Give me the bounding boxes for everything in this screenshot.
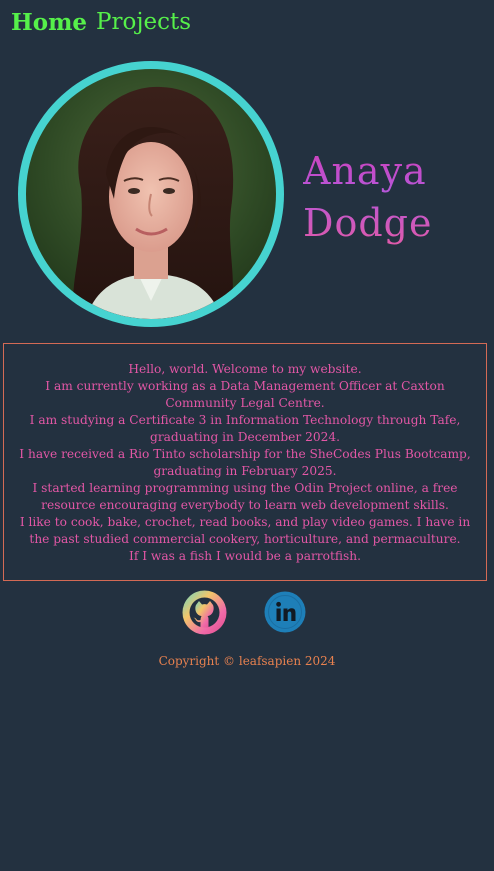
nav-home-link[interactable]: Home: [11, 9, 87, 36]
about-line: I have received a Rio Tinto scholarship …: [19, 447, 471, 478]
github-link[interactable]: [182, 590, 227, 635]
about-line: If I was a fish I would be a parrotfish.: [129, 549, 361, 563]
profile-photo: [26, 69, 276, 319]
about-line: Hello, world. Welcome to my website.: [128, 362, 362, 376]
about-line: I am currently working as a Data Managem…: [45, 379, 445, 410]
profile-first-name: Anaya: [303, 149, 427, 193]
top-nav: Home Projects: [11, 6, 191, 38]
footer-copyright: Copyright © leafsapien 2024: [158, 654, 336, 668]
profile-last-name: Dodge: [303, 201, 433, 245]
profile-photo-frame: [18, 61, 284, 327]
linkedin-link[interactable]: [264, 591, 306, 633]
about-line: I started learning programming using the…: [32, 481, 458, 512]
linkedin-icon: [264, 591, 306, 633]
about-section: Hello, world. Welcome to my website. I a…: [3, 343, 487, 581]
github-icon: [182, 590, 227, 635]
social-links: [0, 589, 494, 635]
about-line: I like to cook, bake, crochet, read book…: [19, 515, 471, 546]
profile-name: Anaya Dodge: [303, 145, 488, 249]
nav-projects-link[interactable]: Projects: [96, 9, 191, 35]
about-line: I am studying a Certificate 3 in Informa…: [29, 413, 461, 444]
